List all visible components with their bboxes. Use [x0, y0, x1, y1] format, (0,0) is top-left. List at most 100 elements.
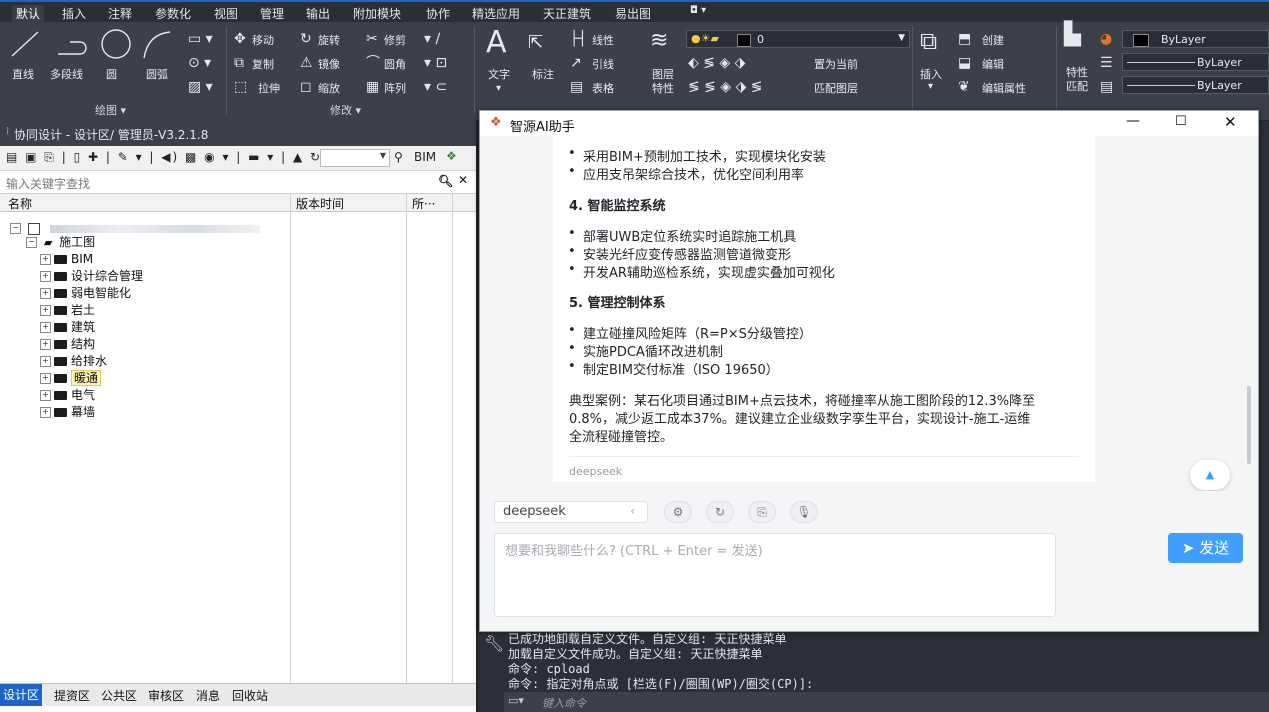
lineweight-icon[interactable]: ☰	[1100, 56, 1113, 70]
tab-submit[interactable]: 提资区	[54, 687, 90, 704]
scale-button[interactable]: 缩放	[318, 80, 340, 96]
linetype-icon[interactable]: ▤	[1100, 80, 1113, 94]
menu-collab[interactable]: 协作	[426, 5, 450, 22]
maximize-icon[interactable]: ☐	[1175, 114, 1187, 129]
column-owner[interactable]: 所···	[412, 195, 435, 212]
tree-folder-node[interactable]: + BIM	[40, 251, 93, 267]
chat-textarea[interactable]: 想要和我聊些什么? (CTRL + Enter = 发送)	[494, 533, 1056, 617]
fillet-button[interactable]: 圆角	[384, 56, 406, 72]
circle-button[interactable]: 圆	[106, 66, 117, 82]
line-button[interactable]: 直线	[12, 66, 34, 82]
modify-group-label[interactable]: 修改 ▾	[330, 102, 361, 118]
search-input[interactable]: 输入关键字查找	[6, 175, 90, 192]
scrollbar-thumb[interactable]	[1247, 386, 1251, 464]
chat-scroll-area[interactable]: 采用BIM+预制加工技术，实现模块化安装 应用支吊架综合技术，优化空间利用率 4…	[480, 136, 1258, 491]
version-dropdown[interactable]: ▼	[320, 149, 390, 167]
close-icon[interactable]: ✕	[458, 173, 468, 187]
tab-design[interactable]: 设计区	[0, 684, 43, 706]
refresh-icon[interactable]: ↻	[706, 501, 734, 523]
tree-folder-node[interactable]: + 结构	[40, 336, 95, 352]
column-name[interactable]: 名称	[8, 195, 32, 212]
expand-icon[interactable]: +	[40, 407, 51, 418]
expand-icon[interactable]: +	[40, 339, 51, 350]
grip-icon[interactable]: ⁞	[6, 126, 9, 137]
rotate-button[interactable]: 旋转	[318, 32, 340, 48]
tab-public[interactable]: 公共区	[101, 687, 137, 704]
menu-parametric[interactable]: 参数化	[155, 5, 191, 22]
menu-featured[interactable]: 精选应用	[472, 5, 520, 22]
match-layer-button[interactable]: 匹配图层	[814, 80, 858, 96]
collapse-icon[interactable]: −	[26, 237, 37, 248]
trim-dropdown-icon[interactable]: ▾ ∕	[424, 32, 440, 46]
search-icon[interactable]: 🔍︎	[438, 174, 453, 188]
explode-icon[interactable]: ▾ ⊡	[424, 56, 447, 70]
menu-annotate[interactable]: 注释	[108, 5, 132, 22]
menu-output[interactable]: 输出	[306, 5, 330, 22]
expand-icon[interactable]: +	[40, 373, 51, 384]
linear-button[interactable]: 线性	[592, 32, 614, 48]
minimize-icon[interactable]: —	[1126, 113, 1140, 129]
tab-messages[interactable]: 消息	[196, 687, 220, 704]
tab-review[interactable]: 审核区	[148, 687, 184, 704]
expand-icon[interactable]: +	[40, 288, 51, 299]
hatch-icon[interactable]: ▨ ▾	[188, 80, 213, 94]
menu-easyplot[interactable]: 易出图	[615, 5, 651, 22]
tree-folder-node[interactable]: + 设计综合管理	[40, 268, 143, 284]
menu-addons[interactable]: 附加模块	[353, 5, 401, 22]
offset-icon[interactable]: ▾ ⊂	[424, 80, 447, 94]
dialog-title-bar[interactable]: ❖ 智源AI助手 — ☐ ✕	[480, 111, 1258, 136]
rectangle-icon[interactable]: ▭ ▾	[188, 32, 213, 46]
array-button[interactable]: 阵列	[384, 80, 406, 96]
menu-manage[interactable]: 管理	[260, 5, 284, 22]
menu-default[interactable]: 默认	[12, 5, 45, 22]
tree-folder-node[interactable]: + 幕墙	[40, 404, 95, 420]
tree-folder-node[interactable]: + 弱电智能化	[40, 285, 131, 301]
collapse-icon[interactable]: −	[10, 223, 21, 234]
close-icon[interactable]: ✕	[1224, 113, 1237, 131]
send-button[interactable]: ➤ 发送	[1168, 533, 1243, 563]
mirror-button[interactable]: 镜像	[318, 56, 340, 72]
scroll-top-button[interactable]: ▲	[1190, 460, 1230, 490]
expand-icon[interactable]: +	[40, 356, 51, 367]
dimension-button[interactable]: 标注	[532, 66, 554, 82]
expand-icon[interactable]: +	[40, 305, 51, 316]
trim-button[interactable]: 修剪	[384, 32, 406, 48]
expand-icon[interactable]: +	[40, 390, 51, 401]
color-wheel-icon[interactable]: ◕	[1100, 32, 1112, 46]
tree-folder-node[interactable]: + 给排水	[40, 353, 107, 369]
draw-tools-icons[interactable]	[8, 28, 198, 64]
arc-button[interactable]: 圆弧	[146, 66, 168, 82]
model-select[interactable]: deepseek ‹	[494, 501, 648, 523]
polyline-button[interactable]: 多段线	[50, 66, 83, 82]
bim-label[interactable]: BIM	[414, 150, 436, 164]
menu-tangent[interactable]: 天正建筑	[543, 5, 591, 22]
layer-tools-icons[interactable]: ⬖ ≶ ◈ ⬗	[688, 56, 745, 70]
linetype-dropdown[interactable]: ByLayer	[1122, 76, 1269, 94]
tree-folder-node[interactable]: + 建筑	[40, 319, 95, 335]
lineweight-dropdown[interactable]: ByLayer	[1122, 53, 1269, 71]
toolbar-icons[interactable]: ▤ ▣ ⎘ | ▯ ✚ | ✎ ▾ | ◀) ▩ ◉ ▾ | ▬ ▾ | ▲ ↻…	[6, 150, 341, 165]
settings-icon[interactable]: ⚙	[664, 501, 692, 523]
draw-group-label[interactable]: 绘图 ▾	[95, 102, 126, 118]
table-button[interactable]: 表格	[592, 80, 614, 96]
ellipse-icon[interactable]: ⊙ ▾	[188, 56, 211, 70]
copy-icon[interactable]: ⎘	[748, 501, 776, 523]
tree-node-drawings[interactable]: − ▰ 施工图	[26, 234, 95, 250]
link-icon[interactable]: ⚲	[394, 150, 403, 164]
expand-icon[interactable]: +	[40, 254, 51, 265]
edit-attribute-button[interactable]: 编辑属性	[982, 80, 1026, 96]
expand-icon[interactable]: +	[40, 271, 51, 282]
copy-button[interactable]: 复制	[252, 56, 274, 72]
edit-block-button[interactable]: 编辑	[982, 56, 1004, 72]
command-prompt-icon[interactable]: ▭▾	[508, 694, 524, 707]
bim-logo-icon[interactable]: ❖	[446, 149, 457, 163]
create-block-button[interactable]: 创建	[982, 32, 1004, 48]
tree-folder-node[interactable]: + 电气	[40, 387, 95, 403]
command-input[interactable]: ▭▾ 键入命令	[504, 692, 1269, 712]
tree-folder-node[interactable]: + 暖通	[40, 370, 102, 386]
text-button[interactable]: 文字	[488, 66, 510, 82]
layer-tools-icons-2[interactable]: ≶ ≶ ◈ ⬗ ≶	[688, 80, 763, 94]
move-button[interactable]: 移动	[252, 32, 274, 48]
set-current-button[interactable]: 置为当前	[814, 56, 858, 72]
wrench-icon[interactable]: 🔧︎	[484, 634, 504, 653]
